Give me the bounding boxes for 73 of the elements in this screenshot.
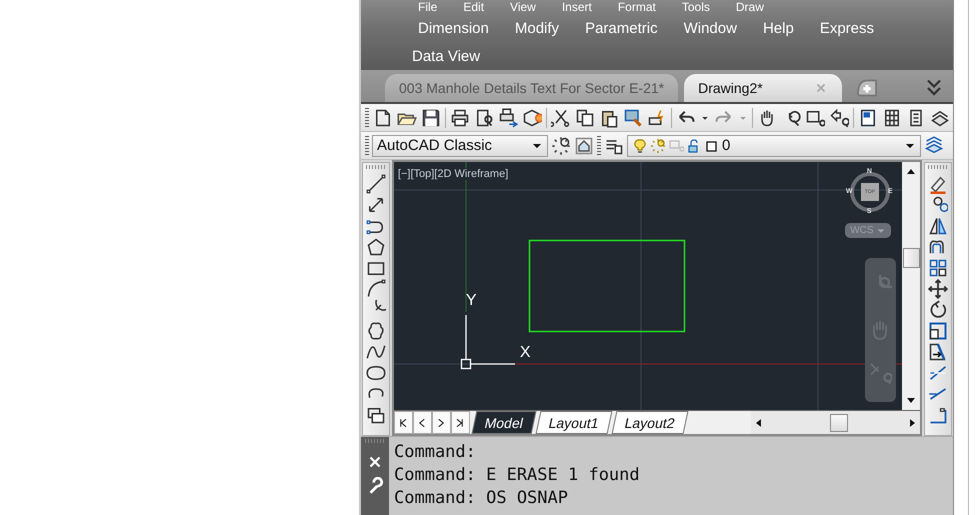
globe-cube-icon[interactable] <box>522 108 542 128</box>
menu-item[interactable]: Draw <box>722 0 777 14</box>
toolbar-grip[interactable] <box>366 165 386 169</box>
toolbar-grip[interactable] <box>365 108 369 128</box>
arc-icon[interactable] <box>366 279 386 299</box>
four-way-arrows-icon[interactable] <box>928 279 948 299</box>
layer-dropdown[interactable]: 0 <box>627 134 921 156</box>
menu-item[interactable]: Dimension <box>405 20 502 36</box>
monitor-gear-icon <box>668 138 684 154</box>
menu-item[interactable]: Insert <box>548 0 605 14</box>
document-magnifier-icon[interactable] <box>474 108 494 128</box>
toolbar-grip[interactable] <box>597 136 601 156</box>
copy-icon[interactable] <box>575 108 595 128</box>
tab-navigation-button[interactable] <box>432 411 451 434</box>
layers-icon[interactable] <box>924 136 944 156</box>
mirror-triangles-icon[interactable] <box>928 216 948 236</box>
command-line-text: Command: OS OSNAP <box>394 487 569 510</box>
tab-navigation-button[interactable] <box>412 411 432 434</box>
axis-label: Y <box>466 293 477 309</box>
menu-item[interactable]: Format <box>604 0 669 14</box>
block-insert-icon[interactable] <box>366 405 386 425</box>
scale-squares-icon[interactable] <box>928 321 948 341</box>
menu-item[interactable]: Help <box>750 20 807 36</box>
grid-panel-icon[interactable] <box>882 108 902 128</box>
line-icon[interactable] <box>366 174 386 194</box>
menu-item[interactable]: Window <box>670 20 750 36</box>
paintbrush-icon[interactable] <box>623 108 643 128</box>
scissors-icon[interactable] <box>551 108 571 128</box>
menu-item[interactable]: Edit <box>450 0 498 14</box>
new-file-icon[interactable] <box>373 108 393 128</box>
trim-line-icon[interactable] <box>928 363 948 383</box>
pentagon-icon[interactable] <box>366 237 386 257</box>
menu-item[interactable]: File <box>405 0 450 14</box>
document-tab[interactable]: Drawing2* <box>684 74 842 102</box>
rotate-arrow-icon[interactable] <box>928 300 948 320</box>
command-line-text: Command: <box>394 441 477 464</box>
scroll-thumb[interactable] <box>830 414 848 432</box>
workspace-dropdown[interactable]: AutoCAD Classic <box>372 134 548 156</box>
menu-item[interactable]: Express <box>806 20 887 36</box>
viewport-controls[interactable]: [−][Top][2D Wireframe] <box>396 168 510 180</box>
arrow-magnifier-icon[interactable] <box>829 108 849 128</box>
menu-item[interactable]: Tools <box>668 0 723 14</box>
compass-ring[interactable] <box>848 170 892 214</box>
printer-icon[interactable] <box>450 108 470 128</box>
stretch-shape-icon[interactable] <box>928 342 948 362</box>
vertical-scrollbar[interactable] <box>902 162 920 410</box>
lightbulb-icon <box>632 138 648 154</box>
layout-tab[interactable]: Layout1 <box>536 411 612 434</box>
break-line-icon[interactable] <box>928 405 948 425</box>
menu-item[interactable]: Parametric <box>572 20 671 36</box>
toolbar-grip[interactable] <box>365 136 369 156</box>
layout-tab[interactable]: Model <box>471 411 536 434</box>
horizontal-scrollbar[interactable] <box>750 411 920 434</box>
ucs-icon <box>460 314 516 370</box>
house-frame-icon[interactable] <box>574 136 594 156</box>
menu-item[interactable]: Modify <box>502 20 572 36</box>
scroll-thumb[interactable] <box>902 248 920 268</box>
cloud-icon[interactable] <box>366 321 386 341</box>
toolbar-grip[interactable] <box>928 165 948 169</box>
panel-icon[interactable] <box>858 108 878 128</box>
command-line-text: Command: E ERASE 1 found <box>394 464 641 487</box>
tab-navigation-button[interactable] <box>450 411 470 434</box>
printer-arrow-icon[interactable] <box>498 108 518 128</box>
menu-item[interactable]: View <box>497 0 549 14</box>
eraser-icon[interactable] <box>928 174 948 194</box>
layout-tab[interactable]: Layout2 <box>611 411 688 434</box>
menu-item[interactable]: Data View <box>399 48 494 64</box>
document-tab[interactable]: 003 Manhole Details Text For Sector E-21* <box>385 74 678 102</box>
tab-navigation-button[interactable] <box>394 411 413 434</box>
sun-icon <box>650 138 666 154</box>
toolbar-grip[interactable] <box>365 439 385 443</box>
axis-label: X <box>520 345 531 361</box>
grid-squares-icon[interactable] <box>928 258 948 278</box>
